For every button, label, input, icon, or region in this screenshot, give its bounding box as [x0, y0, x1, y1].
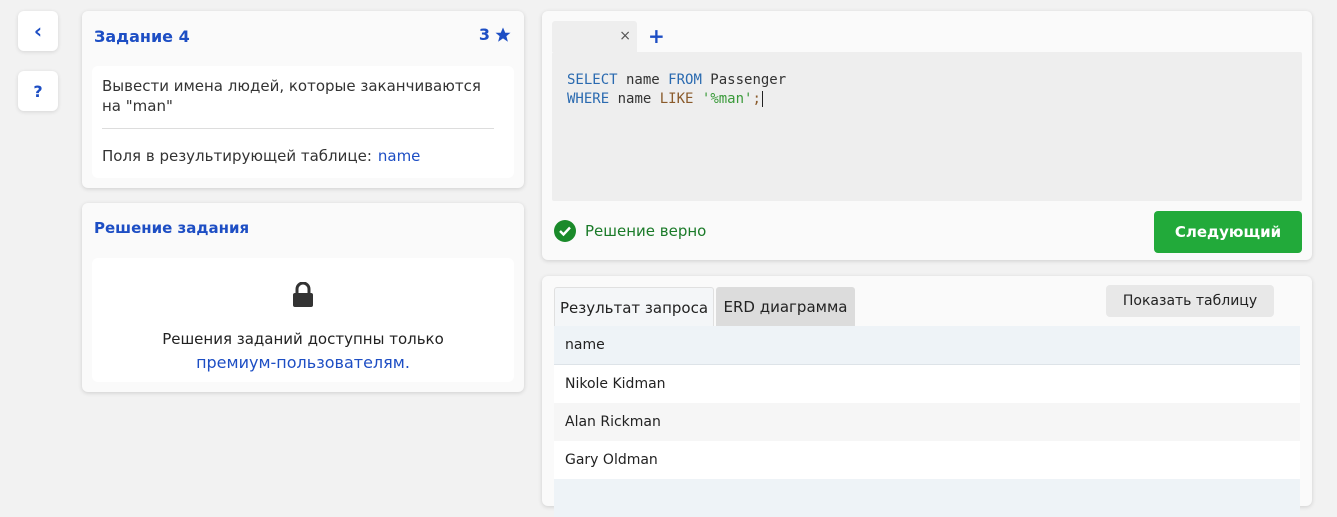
- difficulty-rating: 3: [479, 25, 512, 44]
- tab-query-result[interactable]: Результат запроса: [554, 287, 714, 327]
- results-card: Результат запроса ERD диаграмма Показать…: [542, 276, 1312, 517]
- table-row: Nikole Kidman: [554, 365, 1300, 403]
- show-table-button[interactable]: Показать таблицу: [1106, 285, 1274, 317]
- divider: [102, 128, 494, 129]
- sql-editor[interactable]: SELECT name FROM Passenger WHERE name LI…: [552, 52, 1302, 201]
- editor-tab-strip: × +: [552, 21, 1302, 52]
- locked-text: Решения заданий доступны только: [162, 330, 444, 348]
- task-body: Вывести имена людей, которые заканчивают…: [92, 66, 514, 178]
- locked-message: Решения заданий доступны только премиум-…: [92, 328, 514, 374]
- task-card: Задание 4 3 Вывести имена людей, которые…: [82, 11, 524, 188]
- fields-value: name: [377, 147, 421, 165]
- tab-erd-diagram[interactable]: ERD диаграмма: [716, 287, 855, 326]
- next-button[interactable]: Следующий: [1154, 211, 1302, 253]
- solution-locked: Решения заданий доступны только премиум-…: [92, 258, 514, 382]
- difficulty-value: 3: [478, 25, 490, 44]
- close-icon[interactable]: ×: [619, 28, 631, 44]
- result-fields: Поля в результирующей таблице: name: [102, 147, 420, 165]
- table-row: Alan Rickman: [554, 403, 1300, 441]
- sql-code: SELECT name FROM Passenger WHERE name LI…: [567, 72, 787, 107]
- editor-tab[interactable]: ×: [552, 21, 637, 52]
- chevron-left-icon: ‹: [33, 19, 43, 43]
- back-button[interactable]: ‹: [18, 11, 58, 51]
- results-table: name Nikole Kidman Alan Rickman Gary Old…: [554, 326, 1300, 517]
- task-description: Вывести имена людей, которые заканчивают…: [102, 77, 481, 115]
- task-title: Задание 4: [94, 27, 190, 46]
- result-status: Решение верно: [585, 222, 707, 240]
- star-icon: [495, 27, 511, 42]
- text-cursor: [761, 91, 763, 107]
- help-icon: ?: [33, 81, 43, 101]
- premium-link[interactable]: премиум-пользователям.: [92, 351, 514, 374]
- check-circle-icon: [554, 220, 576, 242]
- lock-icon: [293, 282, 313, 307]
- solution-card: Решение задания Решения заданий доступны…: [82, 203, 524, 392]
- help-button[interactable]: ?: [18, 71, 58, 111]
- solution-title: Решение задания: [94, 219, 250, 237]
- plus-icon[interactable]: +: [648, 24, 665, 48]
- column-header-name: name: [554, 326, 1300, 365]
- table-row: [554, 479, 1300, 517]
- editor-card: × + SELECT name FROM Passenger WHERE nam…: [542, 11, 1312, 260]
- table-row: Gary Oldman: [554, 441, 1300, 479]
- fields-label: Поля в результирующей таблице:: [102, 147, 372, 165]
